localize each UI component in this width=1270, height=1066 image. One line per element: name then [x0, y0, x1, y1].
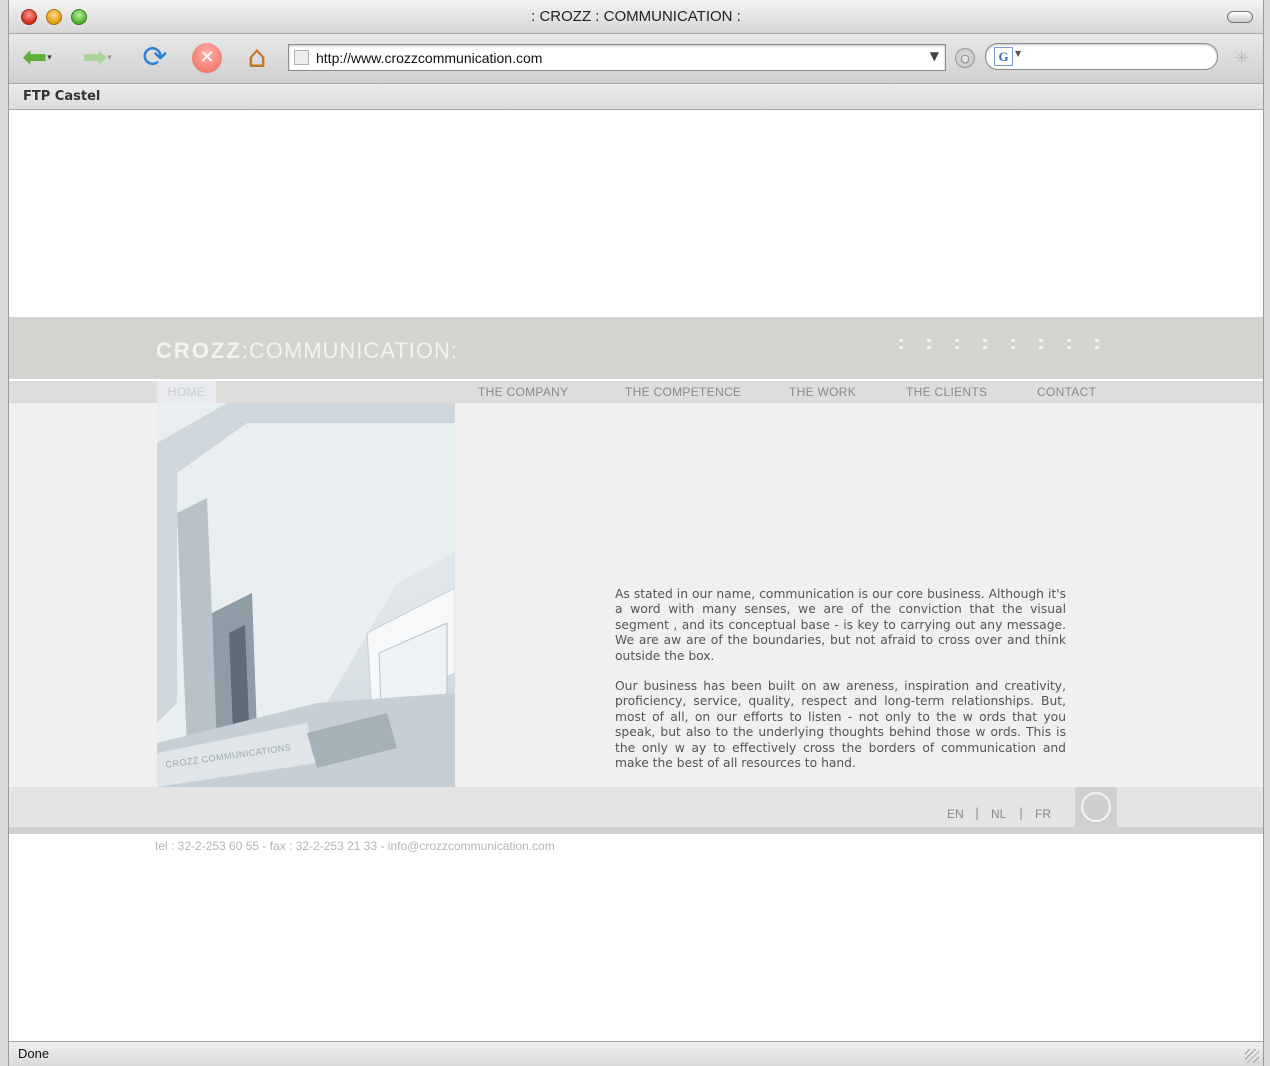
activity-throbber-icon: ✳ [1233, 48, 1249, 69]
lang-fr[interactable]: FR [1035, 807, 1051, 821]
lang-separator: | [1019, 806, 1024, 820]
url-input[interactable]: http://www.crozzcommunication.com [316, 50, 542, 66]
status-bar: Done [9, 1041, 1263, 1066]
site-header: CROZZ:COMMUNICATION: [9, 317, 1263, 379]
stop-button[interactable]: ✕ [187, 40, 227, 76]
navigation-toolbar: ⬅ ▾ ➡ ▾ ⟳ ✕ ⌂ http://www.crozzcommunicatio… [9, 34, 1263, 84]
reload-icon: ⟳ [142, 40, 168, 75]
decorative-dots [899, 339, 1099, 353]
reload-button[interactable]: ⟳ [135, 40, 175, 76]
footer-divider [9, 827, 1263, 834]
home-icon: ⌂ [247, 40, 267, 75]
chevron-down-icon: ▾ [107, 52, 112, 63]
intro-paragraph-1: As stated in our name, communication is … [615, 587, 1066, 663]
web-page-content: CROZZ:COMMUNICATION: HOME THE COMPANY TH… [9, 111, 1263, 1041]
toolbar-toggle-button[interactable] [1227, 11, 1253, 23]
back-button[interactable]: ⬅ ▾ [17, 40, 57, 76]
url-bar[interactable]: http://www.crozzcommunication.com ▼ [288, 44, 946, 71]
seal-logo-icon [1075, 787, 1117, 827]
search-box[interactable]: G ▼ [985, 43, 1218, 70]
nav-contact[interactable]: CONTACT [1037, 385, 1096, 399]
main-section: CROZZ COMMUNICATIONS As stated in our na… [9, 403, 1263, 787]
bookmarks-bar: FTP Castel [9, 84, 1263, 110]
intro-paragraph-2: Our business has been built on aw arenes… [615, 679, 1066, 771]
intro-text: As stated in our name, communication is … [615, 587, 1066, 771]
nav-the-company[interactable]: THE COMPANY [478, 385, 568, 399]
browser-window: : CROZZ : COMMUNICATION : ⬅ ▾ ➡ ▾ ⟳ ✕ ⌂ ht… [8, 0, 1264, 1066]
google-search-engine-icon[interactable]: G [994, 47, 1013, 66]
site-footer-bar: EN | NL | FR [9, 787, 1263, 827]
nav-the-clients[interactable]: THE CLIENTS [906, 385, 987, 399]
url-history-dropdown-icon[interactable]: ▼ [930, 49, 939, 63]
arrow-left-icon: ⬅ [22, 40, 48, 75]
status-text: Done [18, 1046, 50, 1061]
search-engine-dropdown-icon[interactable]: ▼ [1015, 49, 1021, 58]
lang-nl[interactable]: NL [991, 807, 1006, 821]
title-bar: : CROZZ : COMMUNICATION : [9, 0, 1263, 34]
forward-button[interactable]: ➡ ▾ [77, 40, 117, 76]
lang-separator: | [975, 806, 980, 820]
site-navigation: HOME THE COMPANY THE COMPETENCE THE WORK… [9, 381, 1263, 403]
window-title: : CROZZ : COMMUNICATION : [531, 8, 741, 25]
arrow-right-icon: ➡ [82, 40, 108, 75]
page-favicon [294, 50, 309, 65]
home-button[interactable]: ⌂ [237, 40, 277, 76]
site-logo[interactable]: CROZZ:COMMUNICATION: [156, 338, 458, 364]
nav-the-competence[interactable]: THE COMPETENCE [625, 385, 741, 399]
lang-en[interactable]: EN [947, 807, 964, 821]
bookmark-ftp-castel[interactable]: FTP Castel [23, 89, 100, 104]
nav-home[interactable]: HOME [157, 381, 216, 403]
go-button[interactable]: ○ [955, 48, 975, 68]
chevron-down-icon: ▾ [47, 52, 52, 63]
nav-the-work[interactable]: THE WORK [789, 385, 856, 399]
resize-grip-icon[interactable] [1245, 1049, 1259, 1063]
stop-icon: ✕ [192, 43, 222, 73]
office-photo: CROZZ COMMUNICATIONS [157, 403, 455, 787]
contact-details: tel : 32-2-253 60 55 - fax : 32-2-253 21… [155, 839, 555, 853]
